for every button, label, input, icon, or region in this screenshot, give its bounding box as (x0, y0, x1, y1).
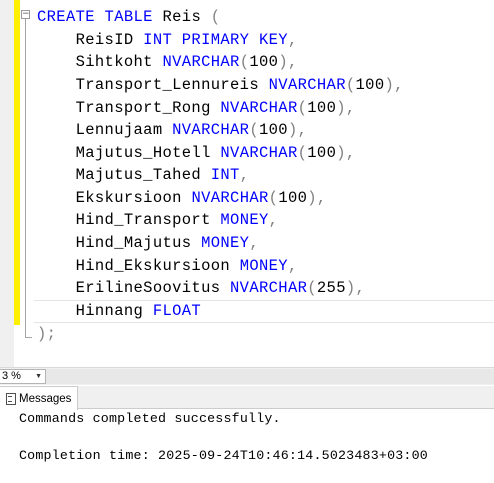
sql-identifier: Transport_Lennureis (37, 76, 269, 94)
code-line: ErilineSoovitus NVARCHAR(255), (37, 277, 365, 299)
sql-identifier: Lennujaam (37, 121, 173, 139)
change-tracking-bar (14, 0, 20, 325)
code-line: Hinnang FLOAT (37, 300, 201, 322)
results-tab-bar: Messages (0, 386, 494, 410)
sql-keyword: MONEY (201, 234, 250, 252)
sql-identifier: Majutus_Hotell (37, 144, 221, 162)
code-line: Transport_Rong NVARCHAR(100), (37, 97, 356, 119)
sql-punctuation: ), (307, 189, 327, 207)
sql-punctuation: ( (210, 8, 221, 26)
sql-punctuation: ), (287, 121, 308, 139)
sql-keyword: NVARCHAR (220, 144, 298, 162)
sql-identifier: 100 (355, 76, 385, 94)
horizontal-scrollbar[interactable] (46, 369, 494, 384)
sql-keyword: NVARCHAR (268, 76, 346, 94)
selection-margin (0, 0, 14, 367)
code-line: Majutus_Hotell NVARCHAR(100), (37, 142, 356, 164)
sql-identifier: 100 (249, 53, 279, 71)
sql-punctuation: ), (336, 144, 356, 162)
tab-messages[interactable]: Messages (0, 386, 79, 410)
code-line: Lennujaam NVARCHAR(100), (37, 119, 307, 141)
sql-keyword: NVARCHAR (220, 99, 298, 117)
sql-identifier: ReisID (37, 31, 144, 49)
message-line: Commands completed successfully. (19, 411, 281, 426)
messages-icon (6, 393, 16, 405)
sql-keyword: NVARCHAR (191, 189, 269, 207)
sql-keyword: NVARCHAR (172, 121, 250, 139)
sql-punctuation: , (249, 234, 259, 252)
sql-punctuation: ( (239, 53, 250, 71)
zoom-value: 3 % (2, 370, 21, 382)
collapse-outline-icon[interactable]: − (21, 10, 30, 19)
code-line: Majutus_Tahed INT, (37, 164, 249, 186)
message-line: Completion time: 2025-09-24T10:46:14.502… (19, 448, 428, 463)
sql-punctuation: , (239, 166, 250, 184)
editor-bottom-bar: 3 % ▼ (0, 367, 494, 385)
sql-punctuation: ( (249, 121, 259, 139)
zoom-dropdown[interactable]: 3 % ▼ (0, 369, 46, 384)
code-line: Hind_Transport MONEY, (37, 209, 278, 231)
outline-guide-end (25, 337, 32, 338)
chevron-down-icon[interactable]: ▼ (35, 370, 42, 383)
sql-punctuation: ), (345, 279, 366, 297)
sql-identifier: 255 (316, 279, 346, 297)
sql-punctuation: ( (297, 144, 308, 162)
sql-keyword: MONEY (220, 211, 269, 229)
sql-keyword: FLOAT (152, 302, 202, 320)
sql-keyword: INT (210, 166, 240, 184)
sql-keyword: INT PRIMARY KEY (143, 31, 288, 49)
sql-keyword: MONEY (239, 257, 288, 275)
sql-identifier: Ekskursioon (37, 189, 192, 207)
sql-identifier: Hind_Transport (37, 211, 221, 229)
query-editor[interactable]: − CREATE TABLE Reis ( ReisID INT PRIMARY… (0, 0, 494, 367)
sql-identifier: Hind_Majutus (37, 234, 202, 252)
sql-keyword: NVARCHAR (162, 53, 240, 71)
sql-punctuation: , (287, 257, 298, 275)
sql-identifier: 100 (278, 189, 308, 207)
sql-identifier: 100 (307, 144, 337, 162)
sql-punctuation: , (287, 31, 298, 49)
code-line: Transport_Lennureis NVARCHAR(100), (37, 74, 404, 96)
code-line: ); (37, 323, 56, 345)
sql-punctuation: ); (37, 325, 57, 343)
sql-punctuation: ( (345, 76, 356, 94)
messages-pane: Commands completed successfully. Complet… (0, 410, 494, 483)
sql-punctuation: ( (297, 99, 308, 117)
sql-identifier: Majutus_Tahed (37, 166, 211, 184)
sql-identifier: ErilineSoovitus (37, 279, 231, 297)
code-line: Sihtkoht NVARCHAR(100), (37, 51, 298, 73)
sql-punctuation: ( (307, 279, 317, 297)
sql-keyword: NVARCHAR (230, 279, 308, 297)
code-line: Ekskursioon NVARCHAR(100), (37, 187, 327, 209)
sql-identifier: Transport_Rong (37, 99, 221, 117)
code-line: ReisID INT PRIMARY KEY, (37, 29, 298, 51)
code-line: Hind_Majutus MONEY, (37, 232, 259, 254)
sql-identifier: Sihtkoht (37, 53, 163, 71)
sql-punctuation: ), (278, 53, 298, 71)
sql-identifier: Hinnang (37, 302, 153, 320)
code-line: Hind_Ekskursioon MONEY, (37, 255, 298, 277)
sql-identifier: 100 (307, 99, 337, 117)
sql-identifier: Reis (162, 8, 211, 26)
sql-identifier: 100 (259, 121, 288, 139)
sql-keyword: CREATE TABLE (37, 8, 163, 26)
sql-punctuation: , (268, 211, 279, 229)
sql-identifier: Hind_Ekskursioon (37, 257, 240, 275)
tab-messages-label: Messages (19, 392, 72, 405)
sql-punctuation: ( (268, 189, 279, 207)
outline-guide-line (25, 19, 26, 337)
code-line: CREATE TABLE Reis ( (37, 6, 220, 28)
sql-punctuation: ), (384, 76, 404, 94)
sql-punctuation: ), (336, 99, 356, 117)
